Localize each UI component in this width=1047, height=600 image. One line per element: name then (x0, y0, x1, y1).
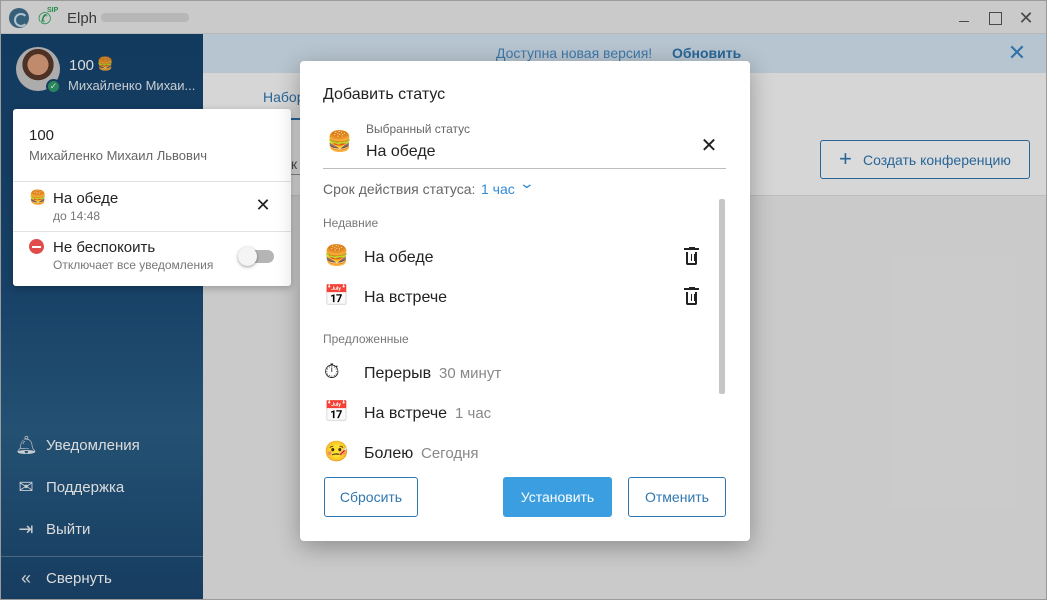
scrollbar[interactable] (719, 199, 725, 394)
clear-selected-icon[interactable]: ✕ (698, 135, 720, 157)
panel-number: 100 (29, 127, 55, 144)
dnd-toggle[interactable] (238, 247, 274, 266)
panel-full-name: Михайленко Михаил Львович (29, 148, 207, 163)
suggested-section-label: Предложенные (323, 332, 409, 346)
dnd-label: Не беспокоить (53, 239, 156, 256)
status-duration: Сегодня (421, 445, 479, 462)
calendar-icon: 📅 (324, 401, 349, 423)
clear-status-icon[interactable]: ✕ (253, 195, 273, 215)
suggested-status-item[interactable]: ⏱ Перерыв 30 минут (300, 353, 750, 393)
current-status-emoji: 🍔 (29, 189, 47, 205)
app-window: ✆ SIP Elph ✕ ✓ 100 🍔 Михайленко Михаи...… (0, 0, 1047, 600)
trash-icon[interactable] (683, 287, 701, 307)
status-label: На обеде (364, 249, 434, 266)
cancel-button[interactable]: Отменить (628, 477, 726, 517)
reset-button[interactable]: Сбросить (324, 477, 418, 517)
add-status-dialog: Добавить статус 🍔 Выбранный статус На об… (300, 61, 750, 541)
status-duration: 1 час (455, 405, 492, 422)
selected-status-emoji[interactable]: 🍔 (327, 129, 352, 154)
current-status-label[interactable]: На обеде (53, 190, 118, 207)
dialog-title: Добавить статус (323, 86, 446, 103)
input-underline (323, 168, 726, 169)
status-emoji: 📅 (324, 285, 349, 307)
recent-status-item[interactable]: 🍔 На обеде (300, 237, 750, 277)
status-label: На встрече (364, 405, 448, 422)
suggested-status-item[interactable]: 📅 На встрече 1 час (300, 393, 750, 433)
set-button[interactable]: Установить (503, 477, 612, 517)
trash-icon[interactable] (683, 247, 701, 267)
status-label: Болею (364, 445, 414, 462)
selected-status-input[interactable]: На обеде (366, 143, 436, 161)
do-not-disturb-icon (29, 239, 44, 254)
duration-label: Срок действия статуса: (323, 181, 476, 197)
dnd-description: Отключает все уведомления (53, 258, 214, 272)
stopwatch-icon: ⏱ (324, 361, 340, 383)
recent-status-item[interactable]: 📅 На встрече (300, 277, 750, 317)
divider (13, 181, 291, 182)
current-status-until: до 14:48 (53, 209, 101, 223)
selected-status-label: Выбранный статус (366, 122, 471, 136)
status-label: Перерыв (364, 365, 432, 382)
duration-dropdown[interactable]: 1 час (481, 181, 515, 197)
status-duration: 30 минут (439, 365, 502, 382)
divider (13, 231, 291, 232)
profile-status-panel: 100 Михайленко Михаил Львович 🍔 На обеде… (13, 109, 291, 286)
status-emoji: 🍔 (324, 245, 349, 267)
suggested-status-item[interactable]: 🤒 Болею Сегодня (300, 433, 750, 473)
recent-section-label: Недавние (323, 216, 379, 230)
status-label: На встрече (364, 289, 448, 306)
chevron-down-icon[interactable]: ⌄ (519, 175, 535, 192)
sick-face-icon: 🤒 (324, 441, 349, 463)
